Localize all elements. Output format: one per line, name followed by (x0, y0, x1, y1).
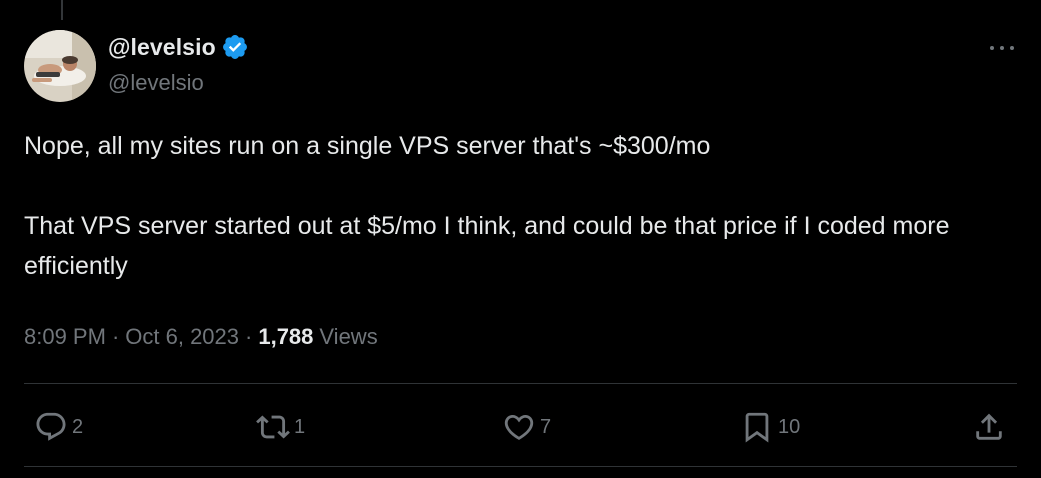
views-count[interactable]: 1,788 (258, 324, 313, 350)
like-button[interactable]: 7 (502, 404, 551, 450)
tweet-metadata: 8:09 PM · Oct 6, 2023 · 1,788 Views (24, 324, 378, 350)
tweet-time[interactable]: 8:09 PM (24, 324, 106, 350)
tweet-paragraph: That VPS server started out at $5/mo I t… (24, 212, 950, 280)
heart-icon (504, 414, 534, 440)
avatar[interactable] (24, 30, 96, 102)
tweet-detail: @levelsio @levelsio Nope, all my sites r… (0, 0, 1041, 478)
tweet-paragraph: Nope, all my sites run on a single VPS s… (24, 132, 711, 160)
avatar-photo-icon (24, 30, 96, 102)
share-icon (976, 413, 1002, 440)
reply-button[interactable]: 2 (34, 404, 83, 450)
handle[interactable]: @levelsio (108, 70, 204, 96)
divider (24, 383, 1017, 384)
bookmark-count: 10 (778, 415, 801, 438)
reply-icon (36, 412, 66, 441)
retweet-count: 1 (294, 415, 306, 438)
divider (24, 466, 1017, 467)
views-label: Views (319, 324, 378, 349)
retweet-button[interactable]: 1 (256, 404, 305, 450)
bookmark-button[interactable]: 10 (740, 404, 800, 450)
like-count: 7 (540, 415, 552, 438)
more-icon[interactable] (990, 38, 1014, 58)
meta-separator: · (245, 324, 253, 349)
tweet-text: Nope, all my sites run on a single VPS s… (24, 126, 1014, 286)
meta-separator: · (111, 324, 120, 349)
bookmark-icon (745, 412, 769, 443)
reply-count: 2 (72, 415, 84, 438)
share-button[interactable] (972, 404, 1006, 450)
action-bar: 2 1 7 10 (24, 404, 1017, 450)
tweet-date[interactable]: Oct 6, 2023 (125, 324, 239, 350)
verified-badge-icon[interactable] (221, 33, 249, 61)
display-name[interactable]: @levelsio (108, 34, 216, 61)
retweet-icon (256, 415, 290, 439)
thread-connector-line (61, 0, 63, 20)
